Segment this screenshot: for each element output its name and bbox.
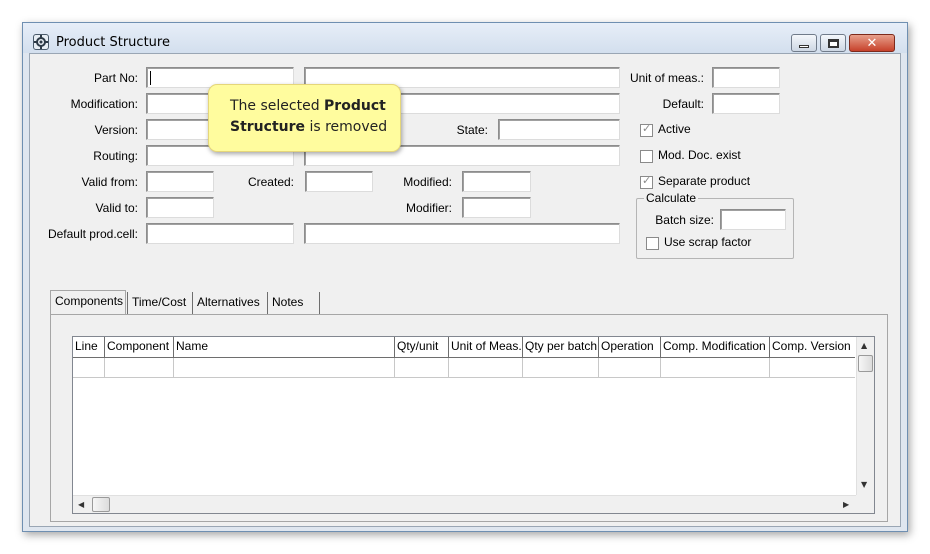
separate-product-checkbox[interactable]: ✓	[640, 174, 653, 189]
close-icon: ✕	[866, 35, 878, 51]
default-label: Default:	[662, 97, 704, 111]
vertical-scrollbar[interactable]: ▲ ▼	[856, 337, 874, 495]
column-header-operation[interactable]: Operation	[599, 337, 661, 357]
table-cell[interactable]	[661, 358, 770, 377]
unit-of-meas-input[interactable]	[712, 67, 780, 88]
created-input[interactable]	[305, 171, 373, 192]
active-label: Active	[658, 122, 691, 136]
close-button[interactable]: ✕	[849, 34, 895, 52]
created-label: Created:	[247, 175, 294, 189]
default-input[interactable]	[712, 93, 780, 114]
batch-size-label: Batch size:	[655, 213, 714, 227]
mod-doc-exist-label: Mod. Doc. exist	[658, 148, 741, 162]
maximize-icon	[827, 38, 839, 48]
table-row[interactable]	[73, 358, 855, 378]
scroll-right-icon[interactable]: ▶	[843, 500, 849, 509]
valid-to-label: Valid to:	[95, 201, 138, 215]
modified-label: Modified:	[403, 175, 452, 189]
table-cell[interactable]	[73, 358, 105, 377]
tab-alternatives[interactable]: Alternatives	[193, 292, 268, 314]
callout-bold-text: Structure	[230, 119, 306, 135]
vertical-scroll-thumb[interactable]	[858, 355, 873, 372]
horizontal-scrollbar[interactable]: ◀ ▶	[73, 495, 857, 513]
mod-doc-exist-checkbox[interactable]	[640, 150, 653, 163]
valid-from-label: Valid from:	[81, 175, 138, 189]
scroll-down-icon[interactable]: ▼	[861, 480, 867, 489]
column-header-qty-unit[interactable]: Qty/unit	[395, 337, 449, 357]
column-header-component[interactable]: Component	[105, 337, 174, 357]
horizontal-scroll-thumb[interactable]	[92, 497, 110, 512]
modifier-input[interactable]	[462, 197, 531, 218]
separate-product-label: Separate product	[658, 174, 751, 188]
valid-from-input[interactable]	[146, 171, 214, 192]
title-bar[interactable]: Product Structure ✕	[23, 23, 907, 53]
active-checkbox[interactable]: ✓	[640, 122, 653, 137]
version-label: Version:	[94, 123, 138, 137]
maximize-button[interactable]	[820, 34, 846, 52]
scroll-up-icon[interactable]: ▲	[861, 341, 867, 350]
modifier-label: Modifier:	[405, 201, 452, 215]
default-prod-cell-input[interactable]	[146, 223, 294, 244]
state-label: State:	[456, 123, 488, 137]
column-header-comp-modification[interactable]: Comp. Modification	[661, 337, 770, 357]
batch-size-input[interactable]	[720, 209, 786, 230]
callout-text: The selected	[230, 98, 325, 114]
prod-cell-desc-field[interactable]	[304, 223, 620, 244]
components-panel: Line Component Name Qty/unit Unit of Mea…	[50, 314, 888, 522]
grid-header: Line Component Name Qty/unit Unit of Mea…	[73, 337, 855, 358]
tab-time-cost[interactable]: Time/Cost	[127, 292, 193, 314]
column-header-qty-per-batch[interactable]: Qty per batch	[523, 337, 599, 357]
valid-to-input[interactable]	[146, 197, 214, 218]
tab-components[interactable]: Components	[50, 290, 126, 315]
table-cell[interactable]	[449, 358, 523, 377]
use-scrap-factor-label: Use scrap factor	[664, 235, 752, 249]
table-cell[interactable]	[599, 358, 661, 377]
modified-input[interactable]	[462, 171, 531, 192]
table-cell[interactable]	[395, 358, 449, 377]
components-grid[interactable]: Line Component Name Qty/unit Unit of Mea…	[72, 336, 875, 514]
table-cell[interactable]	[105, 358, 174, 377]
routing-label: Routing:	[93, 149, 138, 163]
column-header-name[interactable]: Name	[174, 337, 395, 357]
gear-icon	[33, 34, 49, 50]
part-no-label: Part No:	[93, 71, 138, 85]
table-cell[interactable]	[523, 358, 599, 377]
scroll-left-icon[interactable]: ◀	[78, 500, 84, 509]
minimize-button[interactable]	[791, 34, 817, 52]
callout-bold-text: Product	[324, 98, 386, 114]
window-title: Product Structure	[56, 35, 170, 50]
table-cell[interactable]	[770, 358, 855, 377]
tooltip-callout: The selected Product Structure is removed	[208, 84, 401, 152]
use-scrap-factor-checkbox[interactable]	[646, 237, 659, 250]
column-header-unit-of-meas[interactable]: Unit of Meas.	[449, 337, 523, 357]
state-input[interactable]	[498, 119, 620, 140]
calculate-group-title: Calculate	[644, 191, 699, 205]
modification-label: Modification:	[70, 97, 138, 111]
minimize-icon	[799, 44, 809, 48]
default-prod-cell-label: Default prod.cell:	[47, 227, 138, 241]
unit-of-meas-label: Unit of meas.:	[629, 71, 704, 85]
scrollbar-corner	[856, 495, 874, 513]
table-cell[interactable]	[174, 358, 395, 377]
tab-notes[interactable]: Notes	[268, 292, 320, 314]
callout-text: is removed	[305, 119, 388, 135]
column-header-line[interactable]: Line	[73, 337, 105, 357]
form-area: Part No: Modification: Version: State: R…	[29, 53, 901, 527]
column-header-comp-version[interactable]: Comp. Version	[770, 337, 855, 357]
product-structure-window: Product Structure ✕ Part No: Modificatio…	[22, 22, 908, 532]
